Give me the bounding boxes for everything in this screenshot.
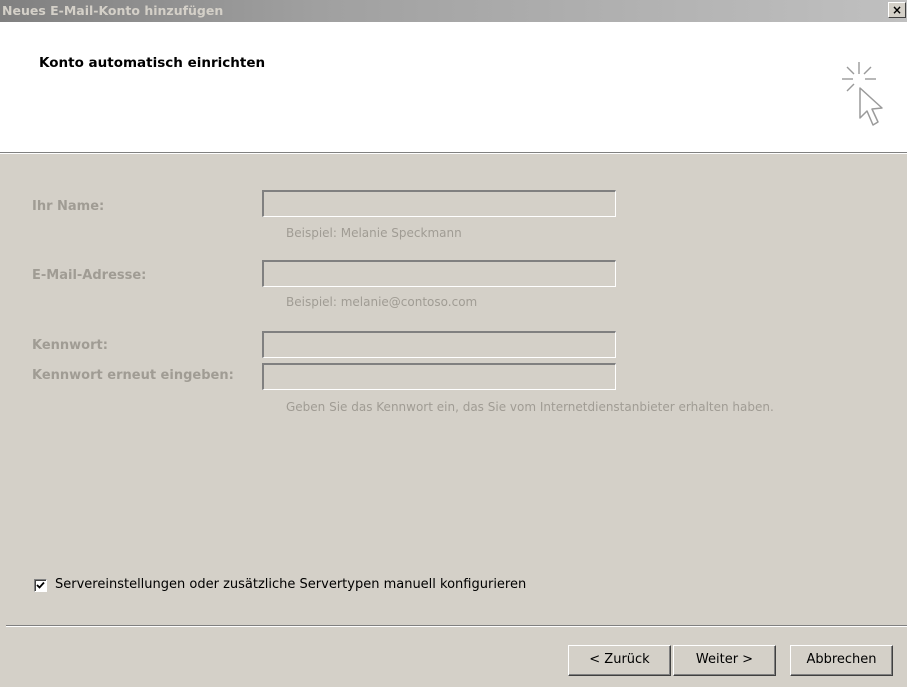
page-title: Konto automatisch einrichten <box>39 55 266 71</box>
password-hint: Geben Sie das Kennwort ein, das Sie vom … <box>286 400 774 414</box>
password-confirm-label: Kennwort erneut eingeben: <box>32 368 234 383</box>
email-label: E-Mail-Adresse: <box>32 268 147 283</box>
name-label: Ihr Name: <box>32 199 105 214</box>
title-bar: Neues E-Mail-Konto hinzufügen × <box>0 0 907 22</box>
password-input[interactable] <box>262 331 616 358</box>
password-label: Kennwort: <box>32 338 108 353</box>
cursor-sparkle-icon <box>838 62 894 138</box>
wizard-header: Konto automatisch einrichten <box>0 22 907 153</box>
next-button[interactable]: Weiter > <box>673 645 776 676</box>
manual-config-label[interactable]: Servereinstellungen oder zusätzliche Ser… <box>55 577 526 592</box>
cancel-button[interactable]: Abbrechen <box>790 645 893 676</box>
name-hint: Beispiel: Melanie Speckmann <box>286 226 462 240</box>
name-input[interactable] <box>262 190 616 217</box>
password-confirm-input[interactable] <box>262 363 616 390</box>
email-input[interactable] <box>262 260 616 287</box>
back-button[interactable]: < Zurück <box>568 645 671 676</box>
header-divider <box>0 153 907 154</box>
window-title: Neues E-Mail-Konto hinzufügen <box>2 3 224 18</box>
email-hint: Beispiel: melanie@contoso.com <box>286 295 478 309</box>
close-button[interactable]: × <box>888 2 906 18</box>
manual-config-checkbox[interactable] <box>34 579 47 592</box>
checkmark-icon <box>36 581 45 589</box>
